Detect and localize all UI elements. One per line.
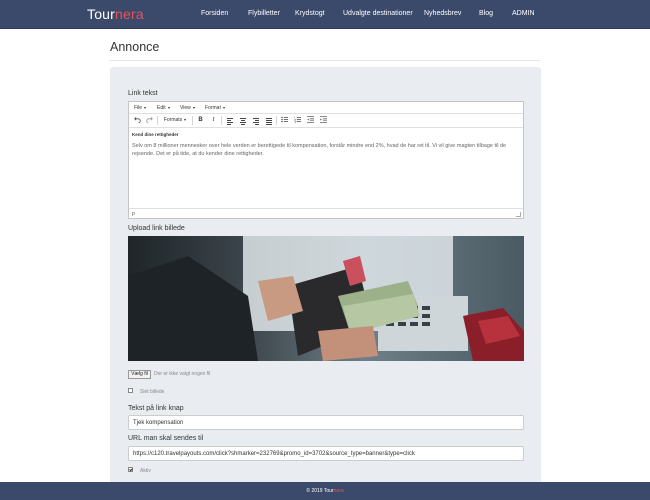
footer-suffix: nera	[333, 488, 344, 494]
menu-edit-label: Edit	[157, 105, 166, 111]
choose-file-button[interactable]: Vælg fil	[128, 370, 151, 379]
chevron-down-icon	[192, 106, 195, 109]
brand-suffix: nera	[115, 6, 144, 22]
formats-label: Formats	[163, 117, 183, 123]
align-right-icon[interactable]	[250, 116, 261, 125]
element-path[interactable]: p	[132, 211, 135, 217]
resize-handle-icon[interactable]	[516, 212, 521, 217]
menu-view[interactable]: View	[180, 105, 195, 111]
delete-image-checkbox[interactable]	[128, 388, 133, 393]
nav-link-admin[interactable]: ADMIN	[512, 10, 535, 17]
menu-file[interactable]: File	[134, 105, 147, 111]
editor-statusbar: p	[129, 208, 523, 218]
button-text-label: Tekst på link knap	[128, 405, 184, 412]
toolbar-divider	[157, 116, 158, 125]
indent-icon[interactable]	[318, 116, 329, 125]
link-text-label: Link tekst	[128, 90, 158, 97]
uploaded-image-preview	[128, 236, 524, 361]
url-label: URL man skal sendes til	[128, 435, 204, 442]
formats-dropdown[interactable]: Formats	[160, 116, 190, 125]
upload-image-label: Upload link billede	[128, 225, 185, 232]
bold-button[interactable]: B	[195, 116, 206, 125]
nav-link-forsiden[interactable]: Forsiden	[201, 10, 228, 17]
nav-link-flybilletter[interactable]: Flybilletter	[248, 10, 280, 17]
title-divider	[110, 60, 540, 61]
footer-prefix: © 2019 Tour	[306, 488, 334, 494]
align-center-icon[interactable]	[237, 116, 248, 125]
menu-view-label: View	[180, 105, 191, 111]
menu-edit[interactable]: Edit	[157, 105, 170, 111]
numbered-list-icon[interactable]	[292, 116, 303, 125]
italic-button[interactable]: I	[208, 116, 219, 125]
editor-content[interactable]: Kend dine rettigheder Selv om 8 millione…	[132, 132, 520, 207]
footer-copyright: © 2019 Tournera	[0, 488, 650, 494]
nav-link-udvalgte-destinationer[interactable]: Udvalgte destinationer	[343, 10, 413, 17]
bullet-list-icon[interactable]	[279, 116, 290, 125]
rich-text-editor: File Edit View Format Formats B I Kend d…	[128, 101, 524, 219]
menu-format[interactable]: Format	[205, 105, 225, 111]
url-input[interactable]: https://c120.travelpayouts.com/click?shm…	[128, 446, 524, 461]
editor-toolbar: Formats B I	[129, 114, 523, 128]
toolbar-divider	[221, 116, 222, 125]
editor-menubar: File Edit View Format	[129, 102, 523, 114]
chevron-down-icon	[222, 106, 225, 109]
button-text-input[interactable]: Tjek kompensation	[128, 415, 524, 430]
menu-format-label: Format	[205, 105, 221, 111]
no-file-chosen-text: Der er ikke valgt nogen fil	[154, 371, 211, 377]
page-footer: © 2019 Tournera	[0, 482, 650, 500]
nav-link-nyhedsbrev[interactable]: Nyhedsbrev	[424, 10, 461, 17]
toolbar-divider	[192, 116, 193, 125]
chevron-down-icon	[184, 118, 187, 121]
toolbar-divider	[276, 116, 277, 125]
top-navbar: Tournera Forsiden Flybilletter Krydstogt…	[0, 0, 650, 29]
nav-link-blog[interactable]: Blog	[479, 10, 493, 17]
delete-image-label: Slet billede	[140, 389, 165, 395]
menu-file-label: File	[134, 105, 143, 111]
undo-icon[interactable]	[132, 116, 143, 125]
redo-icon[interactable]	[144, 116, 155, 125]
nav-link-krydstogt[interactable]: Krydstogt	[295, 10, 325, 17]
active-label: Aktiv	[140, 468, 151, 474]
page-title: Annonce	[110, 40, 160, 54]
content-heading: Kend dine rettigheder	[132, 132, 179, 137]
justify-icon[interactable]	[263, 116, 274, 125]
brand-logo[interactable]: Tournera	[87, 6, 144, 22]
chevron-down-icon	[167, 106, 170, 109]
brand-prefix: Tour	[87, 6, 116, 22]
chevron-down-icon	[144, 106, 147, 109]
content-paragraph: Selv om 8 millioner mennesker over hele …	[132, 143, 507, 157]
align-left-icon[interactable]	[224, 116, 235, 125]
active-checkbox[interactable]	[128, 467, 133, 472]
outdent-icon[interactable]	[305, 116, 316, 125]
